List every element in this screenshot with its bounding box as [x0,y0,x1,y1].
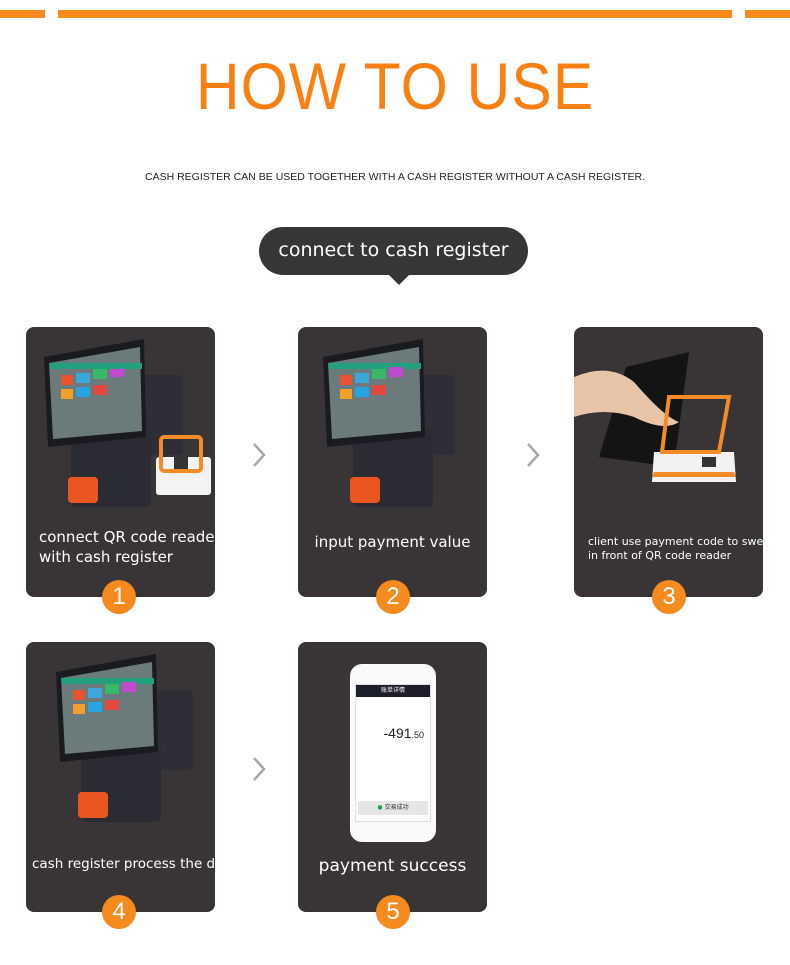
step-caption-line2: with cash register [39,548,173,566]
chevron-right-icon [527,443,540,467]
chevron-right-icon [253,757,266,781]
hand-phone-qr-reader-illustration [574,352,736,482]
receipt-amount-integer: -491 [383,725,412,741]
top-stripe-left [0,10,45,18]
pos-terminal-illustration [56,654,193,822]
pos-terminal-with-qr-reader-illustration [44,339,211,507]
top-stripe-right [745,10,790,18]
step-number-badge-1: 1 [102,580,136,614]
step-card-4: cash register process the deal [26,642,215,912]
step-card-5: 账单详情 -491.50 ● 交易成功 payment success [298,642,487,912]
top-stripe-center [58,10,732,18]
section-label-bubble: connect to cash register [259,227,528,285]
check-icon: ● [377,804,383,811]
step-caption-line2: in front of QR code reader [588,549,732,562]
step-card-1: connect QR code reader with cash registe… [26,327,215,597]
pos-terminal-illustration [323,339,455,507]
step-caption-line1: input payment value [314,533,471,551]
step-card-3: client use payment code to sweep in fron… [574,327,763,597]
phone-screen: 账单详情 -491.50 ● 交易成功 [355,684,431,822]
step-caption-line1: connect QR code reader [39,528,215,546]
step-caption-line1: payment success [318,856,467,876]
step-number-badge-5: 5 [376,895,410,929]
step-card-2: input payment value [298,327,487,597]
receipt-amount-decimal: .50 [411,730,424,740]
phone-receipt-illustration: 账单详情 -491.50 ● 交易成功 [350,664,436,842]
step-number-badge-3: 3 [652,580,686,614]
step-number-badge-2: 2 [376,580,410,614]
receipt-header: 账单详情 [356,685,430,697]
receipt-status-label: 交易成功 [384,804,409,811]
chevron-right-icon [253,443,266,467]
page-title: HOW TO USE [195,49,595,123]
step-caption-line1: client use payment code to sweep [588,535,763,548]
receipt-status: ● 交易成功 [358,801,428,815]
receipt-amount: -491.50 [383,725,424,741]
page-subtitle: CASH REGISTER CAN BE USED TOGETHER WITH … [145,171,645,183]
step-caption-line1: cash register process the deal [32,856,215,872]
step-number-badge-4: 4 [102,895,136,929]
